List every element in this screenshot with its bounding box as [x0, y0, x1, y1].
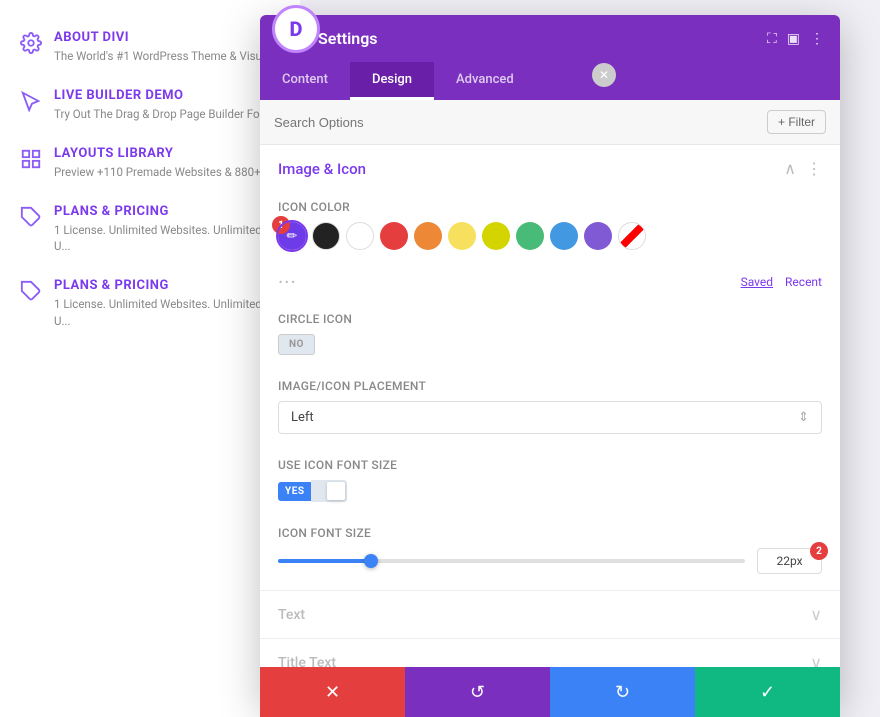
swatch-purple2[interactable] [584, 222, 612, 250]
tab-advanced[interactable]: Advanced [434, 62, 536, 100]
expand-text-icon[interactable]: ∨ [810, 605, 822, 624]
sidebar-item-about-title: ABOUT DIVI [54, 30, 277, 45]
saved-tab[interactable]: Saved [741, 275, 773, 289]
swatch-row-tabs: ··· Saved Recent [260, 266, 840, 304]
swatch-white[interactable] [346, 222, 374, 250]
save-button[interactable]: ✓ [695, 667, 840, 717]
sidebar-item-layouts-title: LAYOUTS LIBRARY [54, 146, 278, 161]
filter-button[interactable]: + Filter [767, 110, 826, 134]
sidebar-item-layouts-desc: Preview +110 Premade Websites & 880+ P..… [54, 164, 278, 180]
swatch-black[interactable] [312, 222, 340, 250]
circle-icon-field: Circle Icon NO [260, 304, 840, 371]
circle-icon-toggle[interactable]: NO [278, 334, 822, 355]
more-options-icon[interactable]: ⋮ [810, 31, 824, 47]
chevron-down-icon: ⇕ [798, 410, 809, 425]
swatch-green[interactable] [516, 222, 544, 250]
panel-tabs: Content Design Advanced [260, 62, 840, 100]
panel-header-actions: ⛶ ▣ ⋮ [767, 31, 824, 47]
sidebar-item-plans2-desc: 1 License. Unlimited Websites. Unlimited… [54, 296, 280, 328]
sidebar-item-about-desc: The World's #1 WordPress Theme & Visua..… [54, 48, 277, 64]
placement-field: Image/Icon Placement Left ⇕ [260, 371, 840, 450]
cursor-icon [20, 90, 42, 112]
section-image-icon-title: Image & Icon [278, 160, 366, 178]
toggle-yes-label[interactable]: YES [278, 482, 311, 501]
search-input[interactable] [274, 115, 450, 130]
use-font-size-toggle[interactable]: YES [278, 480, 822, 502]
color-swatches: 1 ✏ [278, 222, 822, 250]
undo-button[interactable]: ↺ [405, 667, 550, 717]
icon-color-label: Icon Color [278, 200, 822, 214]
swatch-yellow[interactable] [448, 222, 476, 250]
font-size-field: Icon Font Size 22px 2 [260, 518, 840, 590]
swatch-striped[interactable] [618, 222, 646, 250]
sidebar-item-plans1-desc: 1 License. Unlimited Websites. Unlimited… [54, 222, 280, 254]
recent-tab[interactable]: Recent [785, 275, 822, 289]
section-image-icon-actions: ∧ ⋮ [784, 159, 822, 178]
divi-logo: D [272, 5, 320, 53]
grid-icon [20, 148, 42, 170]
panel-body: Image & Icon ∧ ⋮ Icon Color 1 ✏ [260, 145, 840, 705]
swatch-yellow2[interactable] [482, 222, 510, 250]
swatch-blue[interactable] [550, 222, 578, 250]
font-size-label: Icon Font Size [278, 526, 822, 540]
panel-toolbar: ✕ ↺ ↻ ✓ [260, 667, 840, 717]
circle-icon-label: Circle Icon [278, 312, 822, 326]
section-text-header[interactable]: Text ∨ [260, 591, 840, 638]
toggle-track[interactable] [311, 480, 347, 502]
tag2-icon [20, 280, 42, 302]
sidebar-item-live-builder[interactable]: LIVE BUILDER DEMO Try Out The Drag & Dro… [20, 88, 280, 122]
placement-label: Image/Icon Placement [278, 379, 822, 393]
search-bar: + Filter [260, 100, 840, 145]
tab-content[interactable]: Content [260, 62, 350, 100]
sidebar-item-live-desc: Try Out The Drag & Drop Page Builder For… [54, 106, 272, 122]
slider-fill [278, 559, 371, 563]
sidebar-item-plans2-title: PLANS & PRICING [54, 278, 280, 293]
sidebar-item-plans-1[interactable]: PLANS & PRICING 1 License. Unlimited Web… [20, 204, 280, 254]
tag-icon [20, 206, 42, 228]
swatch-purple[interactable]: 1 ✏ [278, 222, 306, 250]
fullscreen-icon[interactable]: ⛶ [767, 31, 777, 47]
icon-color-field: Icon Color 1 ✏ [260, 192, 840, 266]
toggle-thumb [327, 482, 345, 500]
sidebar-item-about-divi[interactable]: ABOUT DIVI The World's #1 WordPress Them… [20, 30, 280, 64]
blurb-settings-panel: Blurb Settings ⛶ ▣ ⋮ Content Design Adva… [260, 15, 840, 705]
slider-thumb[interactable] [364, 554, 378, 568]
swatch-red[interactable] [380, 222, 408, 250]
swatch-badge-1: 1 [272, 216, 290, 234]
slider-value-wrap: 22px 2 [757, 548, 822, 574]
section-image-icon: Image & Icon ∧ ⋮ Icon Color 1 ✏ [260, 145, 840, 591]
section-image-icon-header[interactable]: Image & Icon ∧ ⋮ [260, 145, 840, 192]
placement-dropdown[interactable]: Left ⇕ [278, 401, 822, 434]
close-panel-button[interactable]: ✕ [592, 63, 616, 87]
swatch-tab-group: Saved Recent [741, 275, 822, 289]
sidebar-item-live-title: LIVE BUILDER DEMO [54, 88, 272, 103]
collapse-icon[interactable]: ∧ [784, 159, 796, 178]
sidebar: ABOUT DIVI The World's #1 WordPress Them… [0, 0, 300, 717]
sidebar-item-plans-2[interactable]: PLANS & PRICING 1 License. Unlimited Web… [20, 278, 280, 328]
sidebar-item-plans1-title: PLANS & PRICING [54, 204, 280, 219]
font-size-slider-wrap: 22px 2 [278, 548, 822, 574]
section-more-icon[interactable]: ⋮ [806, 159, 822, 178]
tab-design[interactable]: Design [350, 62, 434, 100]
placement-value: Left [291, 410, 314, 425]
cancel-button[interactable]: ✕ [260, 667, 405, 717]
swatch-badge-2: 2 [810, 542, 828, 560]
gear-icon [20, 32, 42, 54]
sidebar-item-layouts[interactable]: LAYOUTS LIBRARY Preview +110 Premade Web… [20, 146, 280, 180]
more-swatches-button[interactable]: ··· [278, 270, 297, 294]
section-text[interactable]: Text ∨ [260, 591, 840, 639]
use-font-size-label: Use Icon Font Size [278, 458, 822, 472]
panel-header: Blurb Settings ⛶ ▣ ⋮ [260, 15, 840, 62]
slider-track[interactable] [278, 559, 745, 563]
split-view-icon[interactable]: ▣ [787, 31, 800, 47]
swatch-orange[interactable] [414, 222, 442, 250]
use-font-size-field: Use Icon Font Size YES [260, 450, 840, 518]
section-text-title: Text [278, 607, 305, 623]
no-toggle[interactable]: NO [278, 334, 315, 355]
redo-button[interactable]: ↻ [550, 667, 695, 717]
